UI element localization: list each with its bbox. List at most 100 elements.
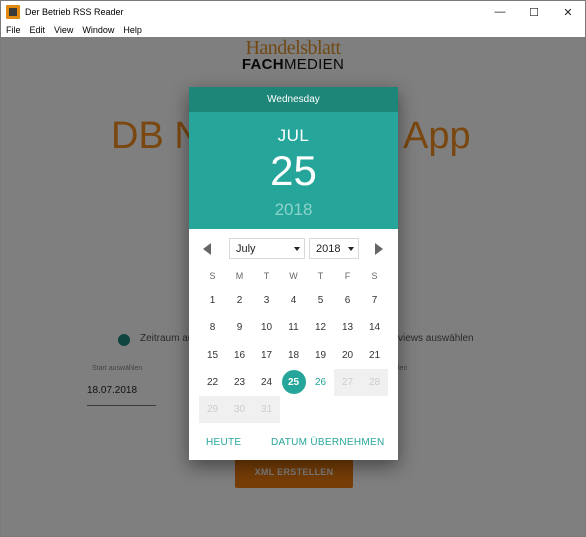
calendar-day-number: 23 xyxy=(233,376,246,388)
calendar-day: 28 xyxy=(361,368,388,396)
calendar-day-number: 21 xyxy=(368,349,381,361)
year-select-value: 2018 xyxy=(316,242,341,255)
calendar-day[interactable]: 8 xyxy=(199,314,226,341)
weekday-header: W xyxy=(289,271,298,281)
month-select[interactable]: July xyxy=(229,238,305,259)
calendar-day-number: 1 xyxy=(209,295,216,306)
date-picker-header: JUL 25 2018 xyxy=(189,112,398,229)
calendar-day[interactable]: 22 xyxy=(199,369,226,396)
calendar-day-number: 29 xyxy=(206,404,219,416)
calendar-week-row: 8 9 10 11 12 13 14 xyxy=(199,314,388,341)
calendar-day-number: 27 xyxy=(341,376,354,388)
calendar-day[interactable]: 7 xyxy=(361,287,388,314)
calendar-day[interactable]: 13 xyxy=(334,314,361,341)
calendar-day[interactable]: 20 xyxy=(334,342,361,369)
maximize-button[interactable]: ☐ xyxy=(517,1,551,23)
calendar-day-number: 11 xyxy=(288,322,299,334)
calendar-day-number: 30 xyxy=(233,404,246,416)
calendar-week-row: 15 16 17 18 19 20 21 xyxy=(199,342,388,369)
calendar-day-number: 12 xyxy=(314,322,327,334)
calendar-day[interactable]: 12 xyxy=(307,314,334,341)
calendar-day-number: 17 xyxy=(260,349,273,361)
calendar-day[interactable]: 4 xyxy=(280,287,307,314)
weekday-header: T xyxy=(263,271,270,281)
calendar-day[interactable]: 11 xyxy=(280,314,307,341)
calendar-day-number: 28 xyxy=(368,376,381,388)
calendar-day[interactable]: 2 xyxy=(226,287,253,314)
menu-window[interactable]: Window xyxy=(82,25,114,35)
calendar-day[interactable]: 17 xyxy=(253,342,280,369)
calendar-week-row: 22 23 24 25 26 27 28 xyxy=(199,368,388,396)
calendar-day-number: 18 xyxy=(287,349,300,361)
year-select[interactable]: 2018 xyxy=(309,238,359,259)
calendar-day[interactable]: 25 xyxy=(280,369,307,396)
weekday-header: M xyxy=(235,271,244,281)
calendar-day[interactable]: 16 xyxy=(226,342,253,369)
calendar-day[interactable]: 3 xyxy=(253,287,280,314)
calendar-day: 27 xyxy=(334,368,361,396)
calendar-day[interactable]: 14 xyxy=(361,314,388,341)
caret-down-icon xyxy=(294,247,300,251)
calendar-day[interactable]: 26 xyxy=(307,369,334,396)
calendar-day-number: 5 xyxy=(317,295,324,306)
selected-month: JUL xyxy=(277,126,310,145)
calendar-day[interactable]: 5 xyxy=(307,287,334,314)
calendar-day-number: 9 xyxy=(236,322,243,334)
calendar-day: 31 xyxy=(253,396,280,424)
selected-weekday: Wednesday xyxy=(189,87,398,112)
calendar-week-row: 29 30 31 xyxy=(199,396,388,424)
title-bar[interactable]: Der Betrieb RSS Reader — ☐ ✕ xyxy=(1,1,585,23)
menu-file[interactable]: File xyxy=(6,25,21,35)
calendar-day-number: 16 xyxy=(233,349,246,361)
calendar-day[interactable]: 15 xyxy=(199,342,226,369)
menu-view[interactable]: View xyxy=(54,25,73,35)
calendar-day-number: 6 xyxy=(344,295,351,306)
calendar-day[interactable]: 19 xyxy=(307,342,334,369)
weekday-header-row: S M T W T F S xyxy=(199,271,388,281)
calendar-day[interactable]: 10 xyxy=(253,314,280,341)
calendar-day-number: 13 xyxy=(341,322,354,334)
date-picker-dialog: Wednesday JUL 25 2018 July 2018 S M T W … xyxy=(189,87,398,460)
calendar-day[interactable]: 6 xyxy=(334,287,361,314)
calendar-day[interactable]: 9 xyxy=(226,314,253,341)
calendar-day-number: 24 xyxy=(260,376,273,388)
selected-day: 25 xyxy=(270,147,317,194)
today-button[interactable]: HEUTE xyxy=(206,437,241,448)
minimize-button[interactable]: — xyxy=(483,1,517,23)
app-icon xyxy=(6,5,20,19)
close-button[interactable]: ✕ xyxy=(551,1,585,23)
next-month-icon[interactable] xyxy=(375,243,383,255)
calendar-day-number: 22 xyxy=(206,376,219,388)
calendar-day: 30 xyxy=(226,396,253,424)
calendar-day-number: 8 xyxy=(209,322,216,334)
calendar-day[interactable]: 1 xyxy=(199,287,226,314)
selected-year: 2018 xyxy=(274,200,313,219)
accept-date-button[interactable]: DATUM ÜBERNEHMEN xyxy=(271,437,385,448)
month-navigation: July 2018 xyxy=(189,237,398,261)
weekday-header: F xyxy=(344,271,351,281)
window-controls: — ☐ ✕ xyxy=(483,1,585,23)
month-select-value: July xyxy=(236,242,256,255)
app-window: Der Betrieb RSS Reader — ☐ ✕ File Edit V… xyxy=(0,0,586,537)
calendar-day[interactable]: 24 xyxy=(253,369,280,396)
calendar-day-number: 31 xyxy=(260,404,273,416)
window-title: Der Betrieb RSS Reader xyxy=(25,7,124,17)
calendar-day-number: 15 xyxy=(206,349,219,361)
menu-help[interactable]: Help xyxy=(123,25,142,35)
menu-bar: File Edit View Window Help xyxy=(1,23,585,37)
calendar-day-number: 4 xyxy=(290,295,297,306)
calendar-day-number: 20 xyxy=(341,349,354,361)
calendar-empty-cell xyxy=(334,396,361,423)
calendar-day[interactable]: 18 xyxy=(280,342,307,369)
calendar-day-number: 10 xyxy=(260,322,273,334)
calendar-empty-cell xyxy=(307,396,334,423)
date-picker-actions: HEUTE DATUM ÜBERNEHMEN xyxy=(189,437,398,451)
calendar-day-number: 2 xyxy=(236,295,243,306)
calendar-day[interactable]: 23 xyxy=(226,369,253,396)
calendar-empty-cell xyxy=(280,396,307,423)
weekday-header: T xyxy=(317,271,324,281)
weekday-header: S xyxy=(209,271,216,281)
calendar-day[interactable]: 21 xyxy=(361,342,388,369)
menu-edit[interactable]: Edit xyxy=(30,25,46,35)
previous-month-icon[interactable] xyxy=(203,243,211,255)
